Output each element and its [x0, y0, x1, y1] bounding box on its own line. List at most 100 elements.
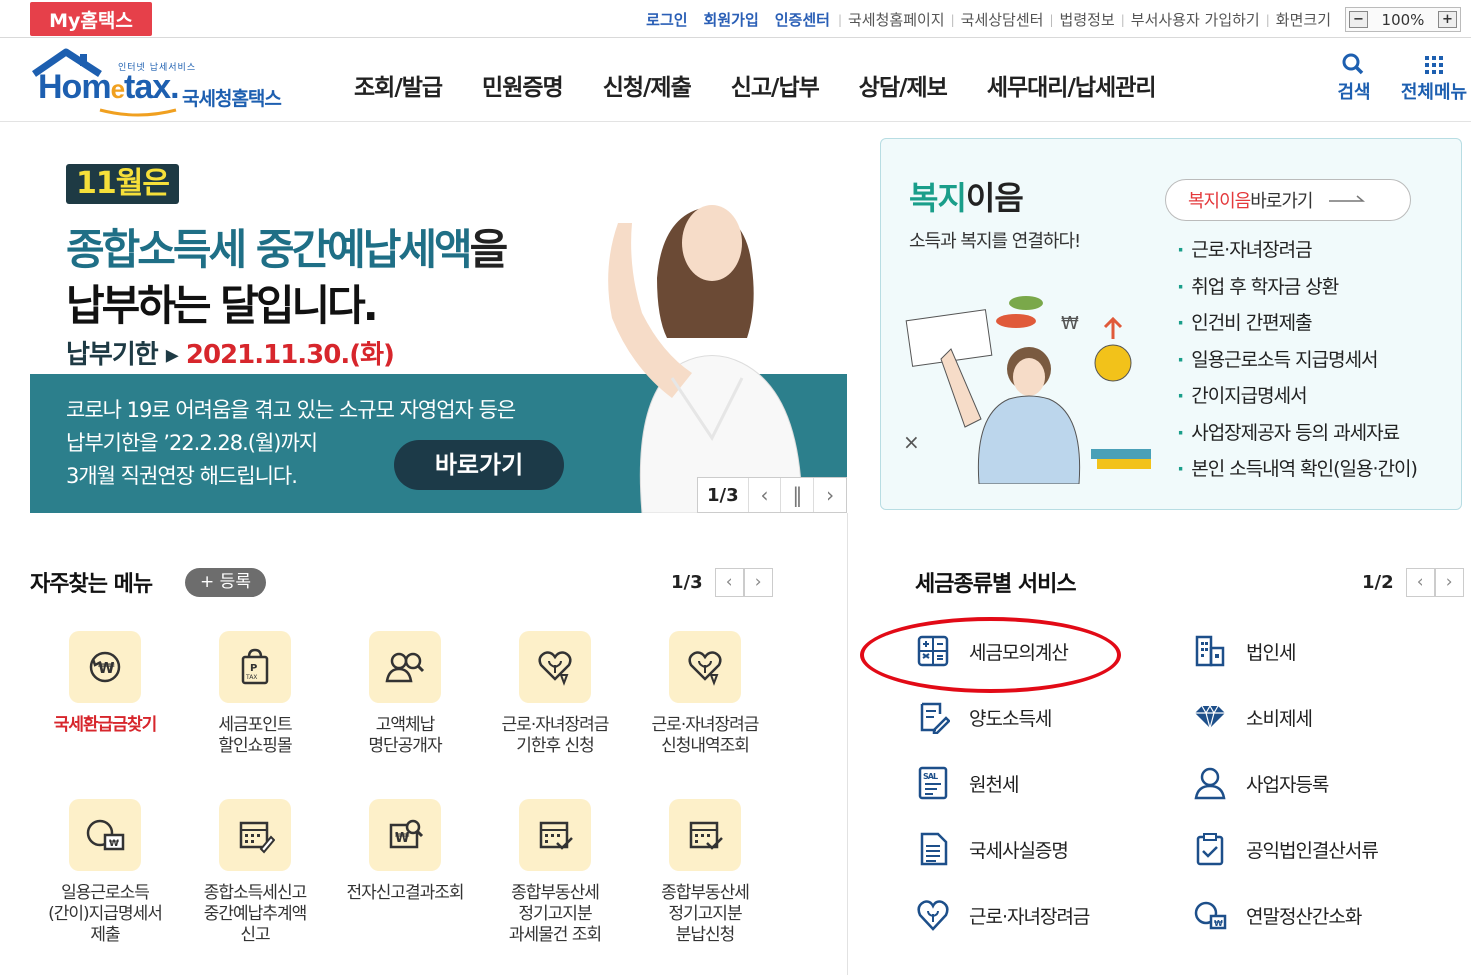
- fav-item-label: 국세환급금찾기: [53, 715, 157, 735]
- svc-public-corp-settlement[interactable]: 공익법인결산서류: [1192, 831, 1379, 867]
- won-search-icon: ₩: [369, 799, 441, 871]
- favorites-next-button[interactable]: ›: [743, 568, 773, 597]
- nav-tax-agent[interactable]: 세무대리/납세관리: [987, 68, 1157, 102]
- search-label: 검색: [1337, 82, 1371, 103]
- banner-prev-button[interactable]: ‹: [747, 478, 781, 512]
- fav-item-daily-wage-statement[interactable]: ₩ 일용근로소득 (간이)지급명세서 제출: [30, 799, 180, 946]
- svc-tax-fact-certificate[interactable]: 국세사실증명: [915, 831, 1069, 867]
- dept-user-signup-link[interactable]: 부서사용자 가입하기: [1125, 9, 1266, 30]
- welfare-item[interactable]: 일용근로소득 지급명세서: [1177, 345, 1417, 382]
- svc-capital-gains-tax[interactable]: 양도소득세: [915, 699, 1052, 735]
- money-icon: ₩: [1192, 897, 1228, 933]
- welfare-item[interactable]: 사업장제공자 등의 과세자료: [1177, 418, 1417, 455]
- svc-business-registration[interactable]: 사업자등록: [1192, 765, 1329, 801]
- favorites-register-button[interactable]: + 등록: [185, 568, 266, 597]
- all-menu-label: 전체메뉴: [1400, 82, 1468, 103]
- nav-counsel-report[interactable]: 상담/제보: [859, 68, 948, 102]
- svc-label: 법인세: [1246, 641, 1296, 664]
- welfare-subtitle: 소득과 복지를 연결하다!: [909, 231, 1081, 252]
- svg-text:₩: ₩: [395, 831, 410, 846]
- banner-next-button[interactable]: ›: [813, 478, 846, 512]
- svc-label: 국세사실증명: [969, 839, 1069, 862]
- svc-withholding-tax[interactable]: SAL 원천세: [915, 765, 1019, 801]
- fav-item-delinquent-list[interactable]: 고액체납 명단공개자: [330, 631, 480, 757]
- search-icon: [1342, 53, 1364, 75]
- svg-text:₩: ₩: [1214, 919, 1223, 928]
- person-icon: [1192, 765, 1228, 801]
- banner-month-tag: 11월은: [66, 164, 179, 204]
- banner-headline-1: 종합소득세 중간예납세액을: [66, 225, 508, 274]
- zoom-value: 100%: [1381, 10, 1425, 29]
- building-icon: [1192, 633, 1228, 669]
- tax-services-pager: 1/2 ‹ ›: [1362, 568, 1464, 597]
- all-menu-button[interactable]: 전체메뉴: [1398, 52, 1470, 104]
- mytax-button[interactable]: My홈택스: [30, 2, 152, 36]
- fav-item-refund[interactable]: ₩ 국세환급금찾기: [30, 631, 180, 736]
- welfare-item[interactable]: 간이지급명세서: [1177, 381, 1417, 418]
- zoom-in-button[interactable]: +: [1437, 11, 1457, 28]
- utility-links: 로그인 회원가입 인증센터 | 국세청홈페이지 | 국세상담센터 | 법령정보 …: [638, 9, 1337, 30]
- nav-report-pay[interactable]: 신고/납부: [731, 68, 820, 102]
- welfare-illustration: ₩ ×: [903, 296, 1151, 484]
- fav-item-incentive-late-apply[interactable]: 근로·자녀장려금 기한후 신청: [480, 631, 630, 757]
- long-arrow-icon: [1328, 195, 1365, 202]
- welfare-item[interactable]: 취업 후 학자금 상환: [1177, 272, 1417, 309]
- favorites-page-indicator: 1/3: [671, 572, 703, 593]
- svg-text:₩: ₩: [109, 839, 119, 849]
- search-button[interactable]: 검색: [1336, 52, 1372, 104]
- fav-item-label: 세금포인트 할인쇼핑몰: [218, 715, 292, 756]
- fav-item-label: 전자신고결과조회: [346, 883, 464, 903]
- law-info-link[interactable]: 법령정보: [1054, 9, 1121, 30]
- fav-item-income-tax-interim[interactable]: 종합소득세신고 중간예납추계액 신고: [180, 799, 330, 946]
- signup-link[interactable]: 회원가입: [696, 9, 767, 30]
- calendar-pen-icon: [219, 799, 291, 871]
- fav-item-incentive-history[interactable]: 근로·자녀장려금 신청내역조회: [630, 631, 780, 757]
- svc-corporate-tax[interactable]: 법인세: [1192, 633, 1296, 669]
- svg-text:P: P: [250, 663, 257, 674]
- svc-consumption-tax[interactable]: 소비제세: [1192, 699, 1313, 735]
- svg-text:SAL: SAL: [923, 772, 938, 781]
- fav-item-label: 근로·자녀장려금 기한후 신청: [501, 715, 610, 756]
- cert-center-link[interactable]: 인증센터: [767, 9, 838, 30]
- svc-label: 공익법인결산서류: [1246, 839, 1379, 862]
- nav-inquiry-issue[interactable]: 조회/발급: [354, 68, 443, 102]
- fav-item-tax-point-mall[interactable]: P TAX 세금포인트 할인쇼핑몰: [180, 631, 330, 757]
- hometax-logo[interactable]: 인터넷 납세서비스 Hometax. 국세청홈택스: [28, 48, 308, 118]
- welfare-list: 근로·자녀장려금 취업 후 학자금 상환 인건비 간편제출 일용근로소득 지급명…: [1177, 235, 1418, 491]
- welfare-item[interactable]: 근로·자녀장려금: [1177, 235, 1417, 272]
- fav-item-property-tax-installment[interactable]: 종합부동산세 정기고지분 분납신청: [630, 799, 780, 946]
- fav-item-e-filing-result[interactable]: ₩ 전자신고결과조회: [330, 799, 480, 904]
- nav-apply-submit[interactable]: 신청/제출: [603, 68, 692, 102]
- calendar-check-icon: [519, 799, 591, 871]
- favorites-title: 자주찾는 메뉴: [30, 572, 153, 597]
- fav-item-label: 고액체납 명단공개자: [368, 715, 442, 756]
- zoom-out-button[interactable]: −: [1349, 11, 1368, 28]
- nav-civil-cert[interactable]: 민원증명: [482, 68, 564, 102]
- svg-text:₩: ₩: [98, 659, 115, 677]
- nts-homepage-link[interactable]: 국세청홈페이지: [842, 9, 951, 30]
- welfare-link-panel: 복지이음 소득과 복지를 연결하다! 복지이음 바로가기 근로·자녀장려금 취업…: [880, 138, 1462, 510]
- tax-services-next-button[interactable]: ›: [1434, 568, 1464, 597]
- grid-menu-icon: [1425, 56, 1443, 74]
- svc-work-child-incentive[interactable]: 근로·자녀장려금: [915, 897, 1090, 933]
- banner-page-indicator: 1/3: [707, 484, 739, 506]
- login-link[interactable]: 로그인: [638, 9, 695, 30]
- favorites-prev-button[interactable]: ‹: [714, 568, 744, 597]
- people-search-icon: [369, 631, 441, 703]
- banner-pause-button[interactable]: ‖: [780, 478, 813, 512]
- logo-brand: Hometax.: [38, 68, 180, 106]
- main-banner[interactable]: 11월은 종합소득세 중간예납세액을 납부하는 달입니다. 납부기한 ▸ 202…: [30, 138, 847, 513]
- fav-item-property-tax-inquiry[interactable]: 종합부동산세 정기고지분 과세물건 조회: [480, 799, 630, 946]
- welfare-item[interactable]: 인건비 간편제출: [1177, 308, 1417, 345]
- tax-services-prev-button[interactable]: ‹: [1405, 568, 1435, 597]
- banner-go-button[interactable]: 바로가기: [394, 440, 564, 490]
- welfare-go-button[interactable]: 복지이음 바로가기: [1165, 179, 1411, 221]
- tax-bag-icon: P TAX: [219, 631, 291, 703]
- welfare-item[interactable]: 본인 소득내역 확인(일용·간이): [1177, 454, 1418, 491]
- section-divider: [847, 513, 848, 975]
- svc-label: 사업자등록: [1246, 773, 1329, 796]
- nts-counsel-link[interactable]: 국세상담센터: [955, 9, 1050, 30]
- heart-plant-icon: [519, 631, 591, 703]
- svc-year-end-settlement[interactable]: ₩ 연말정산간소화: [1192, 897, 1362, 933]
- banner-headline-2: 납부하는 달입니다.: [66, 281, 379, 330]
